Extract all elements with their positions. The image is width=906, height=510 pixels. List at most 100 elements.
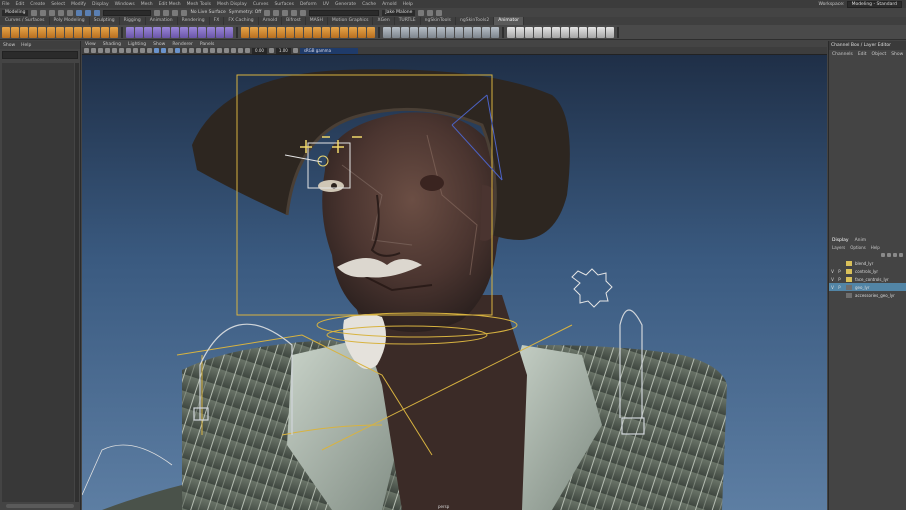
- selection-mask-field[interactable]: [103, 9, 152, 16]
- key-tool-7-icon[interactable]: [295, 26, 303, 38]
- outliner-menu-show[interactable]: Show: [3, 43, 15, 48]
- layer-visibility-toggle[interactable]: V: [829, 285, 836, 290]
- layer-playback-toggle[interactable]: P: [836, 285, 843, 290]
- input-line-field[interactable]: [309, 9, 380, 16]
- channel-box-menu-channels[interactable]: Channels: [832, 52, 853, 57]
- graph-tool-11-icon[interactable]: [473, 26, 481, 38]
- camera-select-icon[interactable]: [84, 48, 89, 53]
- smooth-shade-icon[interactable]: [161, 48, 166, 53]
- shelf-tab-motion-graphics[interactable]: Motion Graphics: [328, 17, 374, 25]
- graph-tool-8-icon[interactable]: [446, 26, 454, 38]
- menu-mesh-display[interactable]: Mesh Display: [217, 2, 247, 7]
- layer-menu-help[interactable]: Help: [871, 245, 880, 250]
- shelf-tab-ngskintools2[interactable]: ngSkinTools2: [456, 17, 495, 25]
- move-layer-up-icon[interactable]: [881, 253, 885, 257]
- utility-tool-4-icon[interactable]: [534, 26, 542, 38]
- menu-mesh[interactable]: Mesh: [141, 2, 153, 7]
- bookmark-icon[interactable]: [98, 48, 103, 53]
- utility-tool-12-icon[interactable]: [606, 26, 614, 38]
- graph-tool-7-icon[interactable]: [437, 26, 445, 38]
- tab-anim[interactable]: Anim: [855, 238, 867, 243]
- layer-menu-options[interactable]: Options: [850, 245, 865, 250]
- render-icon[interactable]: [273, 9, 280, 16]
- screen-space-ao-icon[interactable]: [196, 48, 201, 53]
- key-tool-14-icon[interactable]: [358, 26, 366, 38]
- graph-tool-6-icon[interactable]: [428, 26, 436, 38]
- view-transform-dropdown[interactable]: sRGB gamma: [299, 47, 358, 54]
- pose-tool-5-icon[interactable]: [38, 26, 46, 38]
- graph-tool-5-icon[interactable]: [419, 26, 427, 38]
- menu-select[interactable]: Select: [51, 2, 65, 7]
- pose-tool-6-icon[interactable]: [47, 26, 55, 38]
- hypershade-icon[interactable]: [300, 9, 307, 16]
- camera-attributes-icon[interactable]: [91, 48, 96, 53]
- menu-uv[interactable]: UV: [323, 2, 329, 7]
- toggle-attribute-editor-icon[interactable]: [427, 9, 434, 16]
- outliner-search-input[interactable]: [2, 51, 78, 59]
- pose-tool-3-icon[interactable]: [20, 26, 28, 38]
- gamma-field[interactable]: 1.00: [275, 47, 291, 54]
- key-tool-10-icon[interactable]: [322, 26, 330, 38]
- channel-box-menu-object[interactable]: Object: [872, 52, 887, 57]
- wireframe-icon[interactable]: [154, 48, 159, 53]
- viewport-scene[interactable]: persp: [82, 55, 827, 510]
- backface-culling-icon[interactable]: [245, 48, 250, 53]
- select-component-icon[interactable]: [94, 9, 101, 16]
- shelf-tab-arnold[interactable]: Arnold: [259, 17, 283, 25]
- use-all-lights-icon[interactable]: [182, 48, 187, 53]
- layer-playback-toggle[interactable]: P: [836, 277, 843, 282]
- layer-row[interactable]: blend_lyr: [829, 259, 906, 267]
- pose-tool-8-icon[interactable]: [65, 26, 73, 38]
- workspace-field[interactable]: Modeling - Standard: [846, 0, 902, 8]
- retime-tool-2-icon[interactable]: [135, 26, 143, 38]
- isolate-select-icon[interactable]: [224, 48, 229, 53]
- key-tool-11-icon[interactable]: [331, 26, 339, 38]
- layer-color-swatch[interactable]: [846, 268, 852, 274]
- key-tool-13-icon[interactable]: [349, 26, 357, 38]
- layer-color-swatch[interactable]: [846, 292, 852, 298]
- xray-icon[interactable]: [231, 48, 236, 53]
- utility-tool-7-icon[interactable]: [561, 26, 569, 38]
- shelf-tab-xgen[interactable]: XGen: [373, 17, 395, 25]
- retime-tool-11-icon[interactable]: [216, 26, 224, 38]
- pose-tool-1-icon[interactable]: [2, 26, 10, 38]
- menu-display[interactable]: Display: [92, 2, 109, 7]
- layer-menu-layers[interactable]: Layers: [832, 245, 845, 250]
- outliner-horizontal-scrollbar[interactable]: [6, 504, 74, 508]
- shelf-tab-fx-caching[interactable]: FX Caching: [224, 17, 259, 25]
- symmetry-label[interactable]: Symmetry: Off: [229, 10, 262, 15]
- new-scene-icon[interactable]: [31, 9, 38, 16]
- outliner-vertical-scrollbar[interactable]: [75, 63, 79, 502]
- shelf-tab-curves-surfaces[interactable]: Curves / Surfaces: [1, 17, 50, 25]
- menu-edit[interactable]: Edit: [16, 2, 25, 7]
- depth-of-field-icon[interactable]: [217, 48, 222, 53]
- shadows-icon[interactable]: [189, 48, 194, 53]
- new-layer-selected-icon[interactable]: [899, 253, 903, 257]
- viewport-menu-view[interactable]: View: [85, 42, 96, 47]
- textured-icon[interactable]: [175, 48, 180, 53]
- pose-tool-11-icon[interactable]: [92, 26, 100, 38]
- gamma-icon[interactable]: [268, 48, 274, 53]
- key-tool-8-icon[interactable]: [304, 26, 312, 38]
- graph-tool-9-icon[interactable]: [455, 26, 463, 38]
- layer-playback-toggle[interactable]: P: [836, 269, 843, 274]
- shelf-tab-animation[interactable]: Animation: [146, 17, 178, 25]
- menu-create[interactable]: Create: [30, 2, 45, 7]
- graph-tool-12-icon[interactable]: [482, 26, 490, 38]
- exposure-field[interactable]: 0.00: [252, 47, 267, 54]
- outliner-menu-help[interactable]: Help: [21, 43, 31, 48]
- key-tool-15-icon[interactable]: [367, 26, 375, 38]
- key-tool-9-icon[interactable]: [313, 26, 321, 38]
- key-tool-12-icon[interactable]: [340, 26, 348, 38]
- menu-deform[interactable]: Deform: [300, 2, 317, 7]
- shelf-tab-rigging[interactable]: Rigging: [120, 17, 146, 25]
- snap-point-icon[interactable]: [172, 9, 179, 16]
- color-management-icon[interactable]: [292, 48, 298, 53]
- pose-tool-7-icon[interactable]: [56, 26, 64, 38]
- grid-icon[interactable]: [112, 48, 117, 53]
- live-surface-label[interactable]: No Live Surface: [190, 10, 225, 15]
- history-icon[interactable]: [264, 9, 271, 16]
- select-object-icon[interactable]: [85, 9, 92, 16]
- utility-tool-10-icon[interactable]: [588, 26, 596, 38]
- pose-tool-2-icon[interactable]: [11, 26, 19, 38]
